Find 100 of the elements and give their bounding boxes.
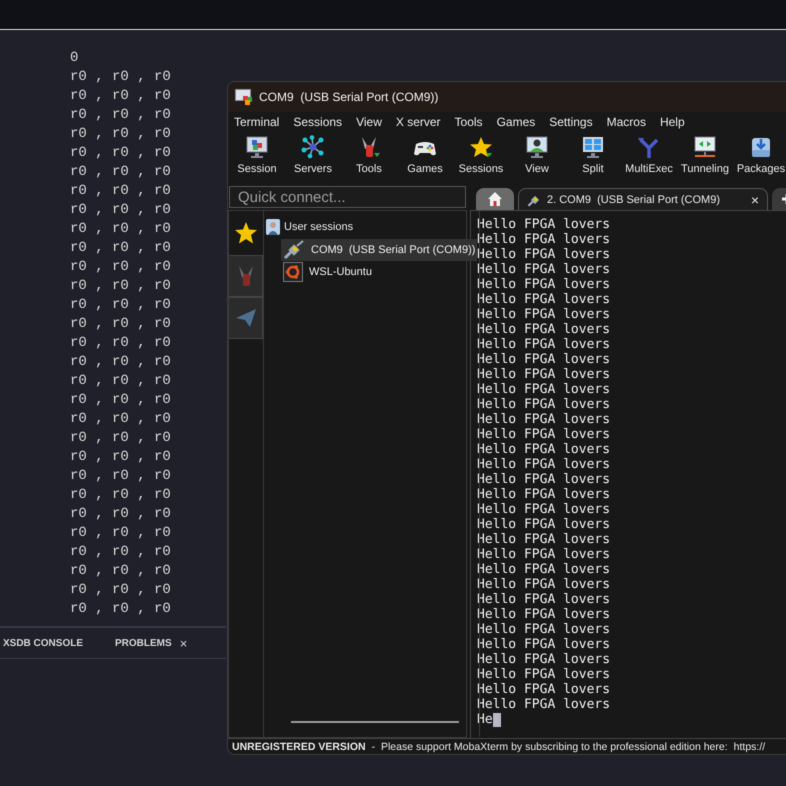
code-line: r0 , r0 , r0 xyxy=(70,277,171,296)
terminal-line: Hello FPGA lovers xyxy=(477,247,610,262)
code-line: r0 , r0 , r0 xyxy=(70,429,171,448)
code-line: r0 , r0 , r0 xyxy=(70,486,171,505)
menu-item[interactable]: Tools xyxy=(454,115,483,129)
terminal-line: Hello FPGA lovers xyxy=(477,382,610,397)
terminal-line: Hello FPGA lovers xyxy=(477,217,610,232)
user-icon xyxy=(266,219,280,235)
terminal-line: Hello FPGA lovers xyxy=(477,322,610,337)
close-icon[interactable]: × xyxy=(180,636,188,650)
code-line: r0 , r0 , r0 xyxy=(70,315,171,334)
code-line: r0 , r0 , r0 xyxy=(70,201,171,220)
code-line: r0 , r0 , r0 xyxy=(70,163,171,182)
session-item[interactable]: WSL-Ubuntu xyxy=(281,261,478,283)
tree-label: User sessions xyxy=(284,221,354,233)
code-line: r0 , r0 , r0 xyxy=(70,220,171,239)
home-icon xyxy=(487,191,503,207)
terminal-line: Hello FPGA lovers xyxy=(477,352,610,367)
terminal-line: Hello FPGA lovers xyxy=(477,697,610,712)
toolbar-button[interactable]: Packages xyxy=(733,132,786,182)
app-icon xyxy=(235,89,253,105)
toolbar-button[interactable]: MultiExec xyxy=(621,132,677,182)
network-icon xyxy=(300,135,326,159)
split-screen-icon xyxy=(580,135,606,159)
code-line: r0 , r0 , r0 xyxy=(70,372,171,391)
menu-item[interactable]: Help xyxy=(660,115,685,129)
terminal-line: Hello FPGA lovers xyxy=(477,517,610,532)
terminal-line: Hello FPGA lovers xyxy=(477,637,610,652)
status-notice: UNREGISTERED VERSION xyxy=(232,740,366,752)
toolbar-button[interactable]: Servers xyxy=(285,132,341,182)
terminal-line: Hello FPGA lovers xyxy=(477,652,610,667)
code-line: r0 , r0 , r0 xyxy=(70,410,171,429)
code-line: r0 , r0 , r0 xyxy=(70,239,171,258)
terminal-line: Hello FPGA lovers xyxy=(477,532,610,547)
close-icon[interactable]: × xyxy=(750,192,759,208)
toolbar-button[interactable]: Tunneling xyxy=(677,132,733,182)
terminal-line: Hello FPGA lovers xyxy=(477,442,610,457)
panel-tab[interactable]: XSDB CONSOLE xyxy=(3,638,84,648)
menu-item[interactable]: Games xyxy=(496,115,536,129)
menu-item[interactable]: Terminal xyxy=(234,115,280,129)
terminal-line: Hello FPGA lovers xyxy=(477,397,610,412)
quick-connect-field[interactable]: Quick connect... xyxy=(229,186,466,208)
code-line: r0 , r0 , r0 xyxy=(70,296,171,315)
terminal-line: Hello FPGA lovers xyxy=(477,412,610,427)
panel-tab[interactable]: PROBLEMS × xyxy=(115,636,188,650)
code-line: r0 , r0 , r0 xyxy=(70,562,171,581)
terminal-line: Hello FPGA lovers xyxy=(477,232,610,247)
toolbar-button[interactable]: Games xyxy=(397,132,453,182)
window-title: COM9 (USB Serial Port (COM9)) xyxy=(259,90,438,104)
terminal-line: Hello FPGA lovers xyxy=(477,337,610,352)
terminal-line: Hello FPGA lovers xyxy=(477,487,610,502)
terminal-line: Hello FPGA lovers xyxy=(477,622,610,637)
star-icon xyxy=(234,221,258,245)
terminal-line: Hello FPGA lovers xyxy=(477,577,610,592)
code-line: r0 , r0 , r0 xyxy=(70,505,171,524)
scrollbar[interactable] xyxy=(291,721,460,723)
code-line: 0 xyxy=(70,49,78,68)
code-line: r0 , r0 , r0 xyxy=(70,258,171,277)
code-line: r0 , r0 , r0 xyxy=(70,391,171,410)
menu-item[interactable]: X server xyxy=(396,115,441,129)
status-link[interactable]: https:// xyxy=(734,740,766,752)
toolbar-button[interactable]: View xyxy=(509,132,565,182)
code-line: r0 , r0 , r0 xyxy=(70,448,171,467)
code-line: r0 , r0 , r0 xyxy=(70,182,171,201)
code-line: r0 , r0 , r0 xyxy=(70,467,171,486)
terminal-line: Hello FPGA lovers xyxy=(477,607,610,622)
toolbar-button[interactable]: Split xyxy=(565,132,621,182)
terminal-line: Hello FPGA lovers xyxy=(477,502,610,517)
status-message: - Please support MobaXterm by subscribing to the professional edition here: xyxy=(372,740,728,752)
toolbar-button[interactable]: Tools xyxy=(341,132,397,182)
code-line: r0 , r0 , r0 xyxy=(70,68,171,87)
code-line: r0 , r0 , r0 xyxy=(70,125,171,144)
code-line: r0 , r0 , r0 xyxy=(70,543,171,562)
session-tab[interactable]: 2. COM9 (USB Serial Port (COM9) × xyxy=(518,188,768,210)
plug-icon xyxy=(283,240,305,260)
terminal-line: Hello FPGA lovers xyxy=(477,457,610,472)
menu-item[interactable]: Macros xyxy=(606,115,646,129)
code-line: r0 , r0 , r0 xyxy=(70,353,171,372)
tab-label: 2. COM9 (USB Serial Port (COM9) xyxy=(547,194,721,206)
terminal-line: Hello FPGA lovers xyxy=(477,562,610,577)
terminal-line: Hello FPGA lovers xyxy=(477,307,610,322)
terminal-line: Hello FPGA lovers xyxy=(477,667,610,682)
terminal-line: Hello FPGA lovers xyxy=(477,592,610,607)
home-tab[interactable] xyxy=(476,188,514,210)
toolbar-button[interactable]: Sessions xyxy=(453,132,509,182)
user-monitor-icon xyxy=(524,135,550,159)
menu-item[interactable]: Sessions xyxy=(293,115,342,129)
star-icon xyxy=(468,135,494,159)
menu-item[interactable]: Settings xyxy=(549,115,593,129)
code-line: r0 , r0 , r0 xyxy=(70,106,171,125)
session-item[interactable]: COM9 (USB Serial Port (COM9)) xyxy=(281,239,478,261)
monitor-arrows-icon xyxy=(692,135,718,159)
terminal-line: Hello FPGA lovers xyxy=(477,427,610,442)
code-line: r0 , r0 , r0 xyxy=(70,144,171,163)
terminal-line: Hello FPGA lovers xyxy=(477,367,610,382)
terminal-line: Hello FPGA lovers xyxy=(477,277,610,292)
ubuntu-icon xyxy=(283,262,303,282)
terminal-line: Hello FPGA lovers xyxy=(477,682,610,697)
toolbar-button[interactable]: Session xyxy=(229,132,285,182)
menu-item[interactable]: View xyxy=(356,115,382,129)
